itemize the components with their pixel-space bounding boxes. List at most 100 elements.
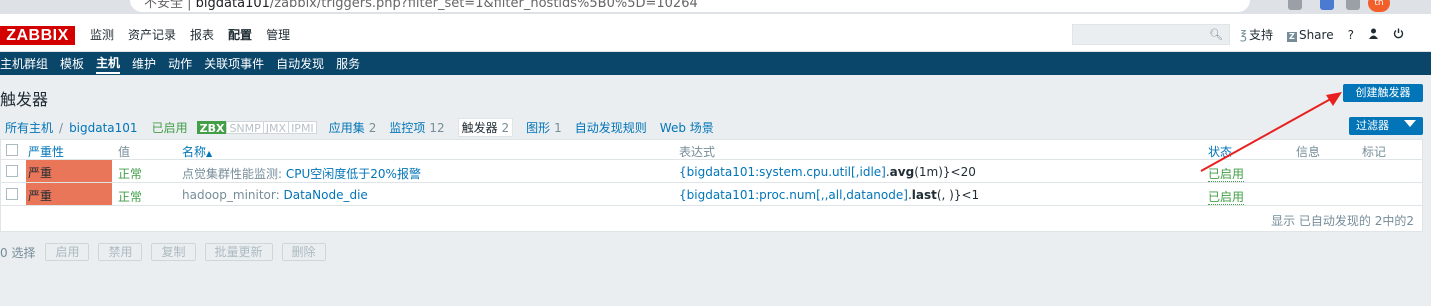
expression-args: (, )} xyxy=(936,188,962,202)
delete-button[interactable]: 删除 xyxy=(281,243,326,261)
applications-count: 2 xyxy=(368,120,377,135)
search-icon[interactable]: 🔍︎ xyxy=(1209,28,1223,41)
support-icon: ℥ xyxy=(1240,28,1247,42)
host-status: 已启用 xyxy=(151,121,188,135)
submenu-host-groups[interactable]: 主机群组 xyxy=(0,55,48,72)
table-header: 严重性 值 名称▲ 表达式 状态 信息 标记 xyxy=(1,140,1422,160)
header-expression: 表达式 xyxy=(679,145,716,159)
create-trigger-button[interactable]: 创建触发器 xyxy=(1343,84,1423,102)
applications-link[interactable]: 应用集 xyxy=(329,119,365,136)
disable-button[interactable]: 禁用 xyxy=(98,243,143,261)
row-checkbox[interactable] xyxy=(6,188,18,200)
menu-configuration[interactable]: 配置 xyxy=(228,26,252,49)
jmx-badge: JMX xyxy=(262,121,290,135)
header-value: 值 xyxy=(118,145,131,159)
funnel-icon xyxy=(1404,120,1416,127)
items-link[interactable]: 监控项 xyxy=(389,119,425,136)
sort-asc-icon: ▲ xyxy=(206,149,213,158)
table-row: 严重 正常 hadoop_minitor: DataNode_die {bigd… xyxy=(1,183,1422,206)
template-prefix-link[interactable]: hadoop_minitor: xyxy=(182,188,280,202)
share-icon: Z xyxy=(1286,31,1297,42)
triggers-label: 触发器 xyxy=(461,121,498,135)
host-breadcrumb: 所有主机 / bigdata101 已启用 ZBX SNMP JMX IPMI … xyxy=(5,118,714,137)
breadcrumb-separator: / xyxy=(59,120,64,135)
menu-administration[interactable]: 管理 xyxy=(266,26,290,49)
status-cell: 已启用 xyxy=(1208,188,1245,205)
menu-monitoring[interactable]: 监测 xyxy=(90,26,114,49)
mass-update-button[interactable]: 批量更新 xyxy=(204,243,273,261)
share-label: Share xyxy=(1298,27,1334,42)
submenu-actions[interactable]: 动作 xyxy=(168,55,192,72)
sign-out-icon[interactable] xyxy=(1393,28,1404,42)
table-footer: 显示 已自动发现的 2中的2 xyxy=(1,206,1422,231)
extension-puzzle-icon[interactable] xyxy=(1346,0,1360,10)
graphs-count: 1 xyxy=(554,120,562,135)
submenu-maintenance[interactable]: 维护 xyxy=(132,55,156,72)
header-tools: ℥ 支持 Z Share ? xyxy=(1240,26,1418,43)
submenu-discovery[interactable]: 自动发现 xyxy=(276,55,324,72)
ipmi-badge: IPMI xyxy=(288,121,317,135)
submenu-templates[interactable]: 模板 xyxy=(60,55,84,72)
status-cell: 已启用 xyxy=(1208,165,1245,182)
expression-item-link[interactable]: {bigdata101:proc.num[,,all,datanode] xyxy=(679,188,908,202)
submenu-services[interactable]: 服务 xyxy=(336,55,360,72)
zbx-badge: ZBX xyxy=(196,121,228,135)
header-info: 信息 xyxy=(1296,145,1321,159)
top-header: ZABBIX 监测 资产记录 报表 配置 管理 🔍︎ ℥ 支持 Z Share ? xyxy=(0,14,1431,52)
web-scenarios-link[interactable]: Web 场景 xyxy=(660,119,714,136)
value-cell: 正常 xyxy=(118,167,143,181)
graphs-link[interactable]: 图形 xyxy=(526,119,550,136)
severity-cell: 严重 xyxy=(26,160,112,182)
menu-inventory[interactable]: 资产记录 xyxy=(128,26,176,49)
trigger-name-link[interactable]: DataNode_die xyxy=(283,188,367,202)
support-label: 支持 xyxy=(1248,28,1273,42)
share-link[interactable]: Z Share xyxy=(1286,27,1334,42)
expression-cell: {bigdata101:proc.num[,,all,datanode].las… xyxy=(679,188,979,202)
status-toggle-link[interactable]: 已启用 xyxy=(1208,167,1245,182)
submenu-hosts[interactable]: 主机 xyxy=(96,54,121,74)
submenu-correlation[interactable]: 关联项事件 xyxy=(204,55,264,72)
severity-cell: 严重 xyxy=(26,183,112,205)
support-link[interactable]: ℥ 支持 xyxy=(1240,26,1273,43)
select-all-checkbox[interactable] xyxy=(6,144,18,156)
row-count-summary: 显示 已自动发现的 2中的2 xyxy=(1271,214,1414,228)
menu-reports[interactable]: 报表 xyxy=(190,26,214,49)
status-toggle-link[interactable]: 已启用 xyxy=(1208,190,1245,205)
extension-icon[interactable] xyxy=(1288,0,1302,10)
security-label: 不安全 xyxy=(144,0,184,11)
filter-toggle-button[interactable]: 过滤器 xyxy=(1349,117,1423,135)
profile-avatar[interactable]: tn xyxy=(1368,0,1390,12)
header-name-label: 名称 xyxy=(182,145,207,159)
main-menu: 监测 资产记录 报表 配置 管理 xyxy=(90,26,304,49)
header-severity[interactable]: 严重性 xyxy=(28,143,64,160)
extension-translate-icon[interactable] xyxy=(1320,0,1334,10)
address-bar[interactable]: 不安全 | bigdata101/zabbix/triggers.php?fil… xyxy=(130,0,1250,12)
expression-item-link[interactable]: {bigdata101:system.cpu.util[,idle] xyxy=(679,165,886,179)
user-profile-icon[interactable] xyxy=(1368,28,1379,42)
availability-badges: ZBX SNMP JMX IPMI xyxy=(196,121,317,135)
global-search-input[interactable]: 🔍︎ xyxy=(1072,24,1230,45)
header-name[interactable]: 名称▲ xyxy=(182,143,212,160)
triggers-tab[interactable]: 触发器 2 xyxy=(457,118,514,137)
copy-button[interactable]: 复制 xyxy=(151,243,196,261)
expression-args: (1m)} xyxy=(914,165,951,179)
name-cell: hadoop_minitor: DataNode_die xyxy=(182,188,368,202)
help-link[interactable]: ? xyxy=(1348,28,1354,42)
all-hosts-link[interactable]: 所有主机 xyxy=(5,119,53,136)
enable-button[interactable]: 启用 xyxy=(45,243,90,261)
config-submenu: 主机群组 模板 主机 维护 动作 关联项事件 自动发现 服务 xyxy=(0,52,1431,75)
host-link[interactable]: bigdata101 xyxy=(69,121,138,135)
url-host: bigdata101 xyxy=(195,0,270,11)
name-cell: 点觉集群性能监测: CPU空闲度低于20%报警 xyxy=(182,165,421,182)
mass-action-bar: 0 选择 启用 禁用 复制 批量更新 删除 xyxy=(0,243,335,261)
template-prefix-link[interactable]: 点觉集群性能监测: xyxy=(182,167,282,181)
discovery-rules-link[interactable]: 自动发现规则 xyxy=(575,119,647,136)
trigger-name-link[interactable]: CPU空闲度低于20%报警 xyxy=(286,167,421,181)
zabbix-logo[interactable]: ZABBIX xyxy=(0,26,75,45)
table-row: 严重 正常 点觉集群性能监测: CPU空闲度低于20%报警 {bigdata10… xyxy=(1,160,1422,183)
url-path: /zabbix/triggers.php?filter_set=1&filter… xyxy=(269,0,698,11)
triggers-count: 2 xyxy=(501,121,510,135)
header-tags: 标记 xyxy=(1362,145,1387,159)
header-status[interactable]: 状态 xyxy=(1208,143,1232,160)
row-checkbox[interactable] xyxy=(6,165,18,177)
